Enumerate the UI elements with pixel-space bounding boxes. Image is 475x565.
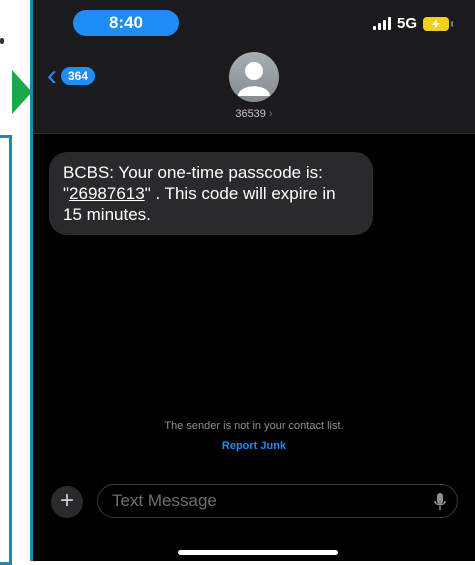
- microphone-icon[interactable]: [433, 491, 447, 523]
- back-chevron-icon: ‹: [47, 59, 57, 92]
- unread-count-badge: 364: [61, 67, 96, 85]
- contact-name[interactable]: 36539 ›: [33, 108, 475, 120]
- green-arrow-icon: [12, 70, 32, 114]
- signal-icon: [372, 17, 391, 30]
- home-indicator: [178, 550, 338, 555]
- left-dot: [0, 38, 4, 44]
- back-button[interactable]: ‹ 364: [47, 59, 96, 92]
- message-input[interactable]: Text Message: [97, 484, 458, 518]
- avatar-icon[interactable]: [229, 52, 279, 102]
- phone-screen: 8:40 5G ‹ 364 36539 › BCBS: Your one-tim…: [30, 0, 475, 561]
- unknown-sender-notice: The sender is not in your contact list.: [164, 420, 344, 432]
- passcode-link[interactable]: 26987613: [69, 184, 145, 203]
- status-indicators: 5G: [372, 15, 453, 32]
- status-time[interactable]: 8:40: [73, 10, 179, 36]
- chevron-right-icon: ›: [268, 108, 273, 120]
- slide-left-fragment: [0, 0, 34, 565]
- report-junk-link[interactable]: Report Junk: [33, 440, 475, 452]
- left-outline-box: [0, 135, 12, 565]
- plus-icon[interactable]: +: [51, 486, 83, 518]
- contact-number: 36539: [235, 108, 266, 120]
- conversation-header: 8:40 5G ‹ 364 36539 ›: [33, 0, 475, 134]
- battery-charging-icon: [423, 16, 453, 31]
- network-label: 5G: [396, 15, 417, 32]
- message-bubble[interactable]: BCBS: Your one-time passcode is: "269876…: [49, 152, 373, 235]
- message-input-placeholder: Text Message: [112, 491, 217, 510]
